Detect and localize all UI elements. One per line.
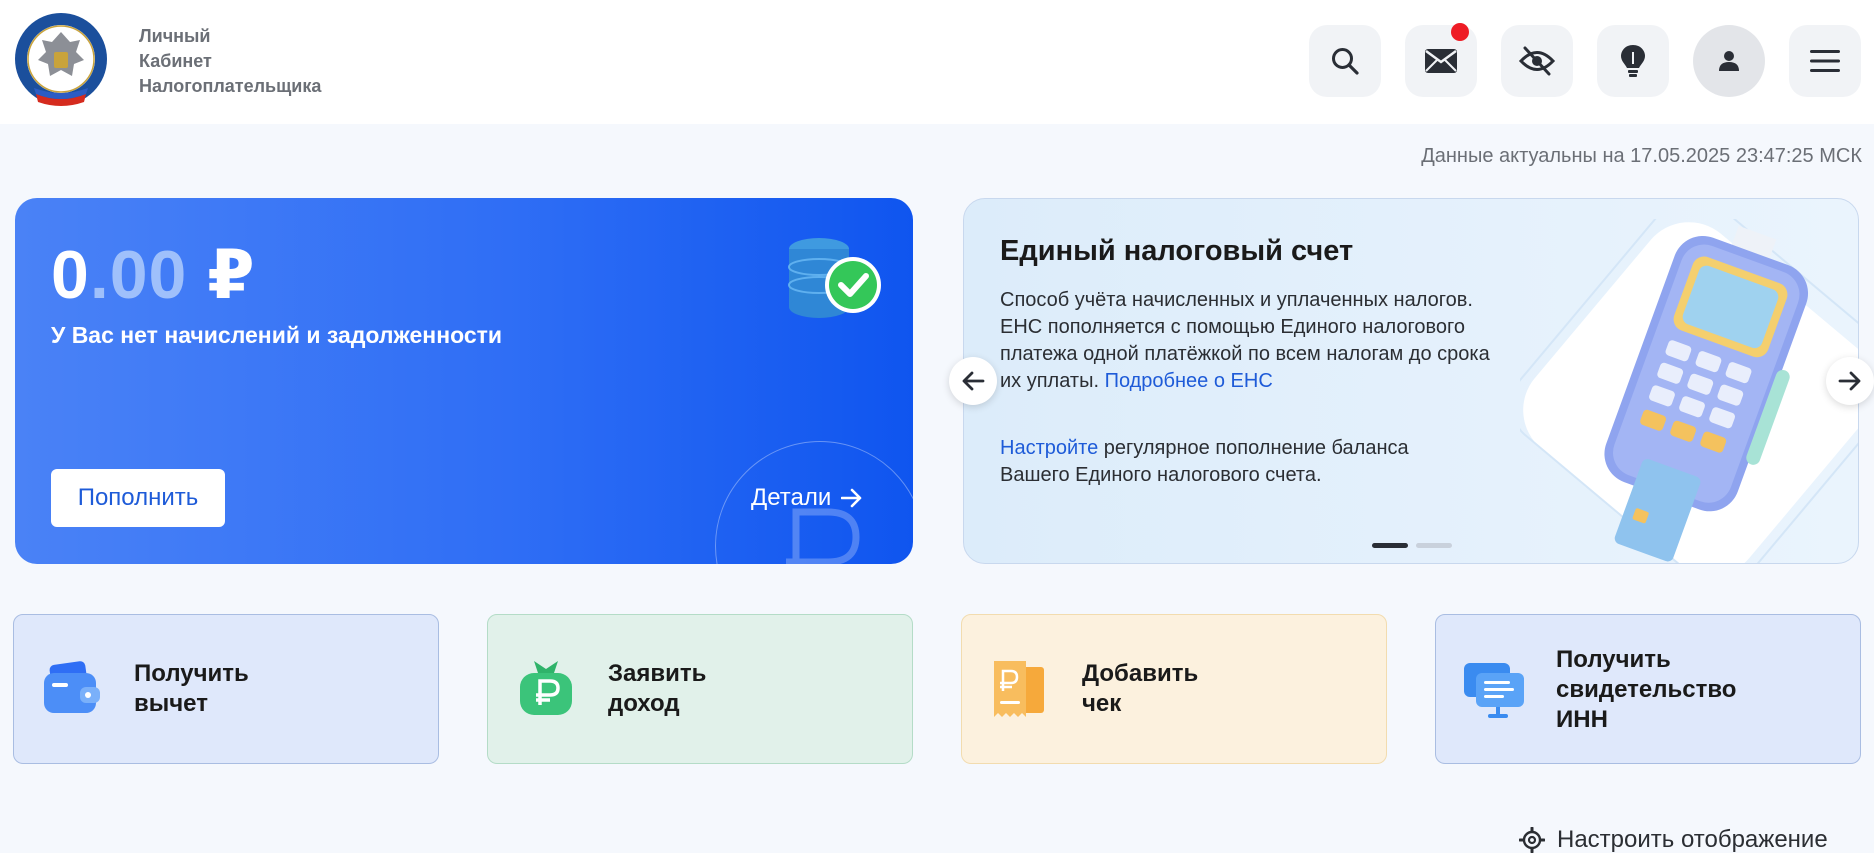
user-icon: [1719, 51, 1739, 71]
tile-label-line: ИНН: [1556, 706, 1608, 733]
ens-description: Способ учёта начисленных и уплаченных на…: [1000, 287, 1500, 395]
data-updated-timestamp: Данные актуальны на 17.05.2025 23:47:25 …: [1421, 145, 1862, 167]
tile-label-line: вычет: [134, 690, 208, 717]
tile-declare-income-label: Заявить доход: [608, 659, 706, 719]
tile-add-receipt[interactable]: Добавить чек: [961, 614, 1387, 764]
tile-get-deduction[interactable]: Получить вычет: [13, 614, 439, 764]
menu-icon: [1810, 50, 1840, 72]
display-settings-link[interactable]: Настроить отображение: [1519, 826, 1828, 853]
tile-get-inn-certificate-label: Получить свидетельство ИНН: [1556, 645, 1736, 735]
ens-info-card: Единый налоговый счет Способ учёта начис…: [963, 198, 1859, 564]
topup-button[interactable]: Пополнить: [51, 469, 225, 527]
arrow-right-icon: [1838, 371, 1861, 391]
balance-fraction: .00: [89, 237, 188, 313]
menu-button[interactable]: [1789, 25, 1861, 97]
fns-emblem-icon[interactable]: [14, 12, 108, 106]
balance-status: У Вас нет начислений и задолженности: [51, 322, 503, 348]
mail-icon: [1425, 49, 1457, 73]
receipt-icon: [994, 661, 1044, 717]
profile-button[interactable]: [1693, 25, 1765, 97]
balance-amount: 0.00 ₽: [51, 236, 256, 315]
coins-check-icon: [788, 238, 881, 318]
tile-label-line: свидетельство: [1556, 676, 1737, 703]
search-button[interactable]: [1309, 25, 1381, 97]
brand-title: Личный Кабинет Налогоплательщика: [139, 24, 321, 99]
header: Личный Кабинет Налогоплательщика: [0, 0, 1874, 124]
gear-icon: [1519, 827, 1545, 853]
tile-label-line: доход: [608, 690, 680, 717]
tile-get-deduction-label: Получить вычет: [134, 659, 249, 719]
arrow-right-icon: [841, 488, 862, 508]
brand-line-1: Личный: [139, 26, 211, 46]
carousel-dot-1[interactable]: [1372, 543, 1408, 548]
payment-terminal-illustration: [1520, 219, 1858, 563]
balance-integer: 0: [51, 237, 90, 313]
brand-line-2: Кабинет: [139, 51, 212, 71]
wallet-icon: [44, 661, 100, 713]
ens-more-link[interactable]: Подробнее о ЕНС: [1105, 370, 1273, 392]
certificate-monitor-icon: [1464, 663, 1524, 718]
tile-label-line: Добавить: [1082, 660, 1199, 687]
notification-dot: [1451, 23, 1469, 41]
carousel-indicators: [1372, 543, 1452, 548]
details-label: Детали: [751, 484, 832, 511]
ens-setup-link[interactable]: Настройте: [1000, 437, 1098, 459]
carousel-dot-2[interactable]: [1416, 543, 1452, 548]
tile-declare-income[interactable]: Заявить доход: [487, 614, 913, 764]
ens-title: Единый налоговый счет: [1000, 235, 1354, 267]
carousel-next-button[interactable]: [1826, 357, 1874, 405]
tile-label-line: Получить: [1556, 646, 1671, 673]
ens-setup-text: Настройте регулярное пополнение баланса …: [1000, 435, 1480, 489]
carousel-prev-button[interactable]: [949, 357, 997, 405]
brand-line-3: Налогоплательщика: [139, 76, 322, 96]
tile-add-receipt-label: Добавить чек: [1082, 659, 1198, 719]
ruble-bag-icon: [520, 661, 572, 715]
lightbulb-icon: [1621, 45, 1645, 77]
balance-currency: ₽: [207, 237, 256, 313]
balance-card[interactable]: 0.00 ₽ У Вас нет начислений и задолженно…: [15, 198, 913, 564]
tile-label-line: чек: [1082, 690, 1122, 717]
tile-get-inn-certificate[interactable]: Получить свидетельство ИНН: [1435, 614, 1861, 764]
eye-off-icon: [1519, 46, 1555, 76]
tile-label-line: Получить: [134, 660, 249, 687]
messages-button[interactable]: [1405, 23, 1477, 97]
arrow-left-icon: [962, 371, 985, 391]
display-settings-label: Настроить отображение: [1557, 826, 1828, 853]
tips-button[interactable]: [1597, 25, 1669, 97]
details-link[interactable]: Детали: [751, 484, 863, 512]
search-icon: [1332, 48, 1359, 75]
hide-amounts-button[interactable]: [1501, 25, 1573, 97]
tile-label-line: Заявить: [608, 660, 707, 687]
